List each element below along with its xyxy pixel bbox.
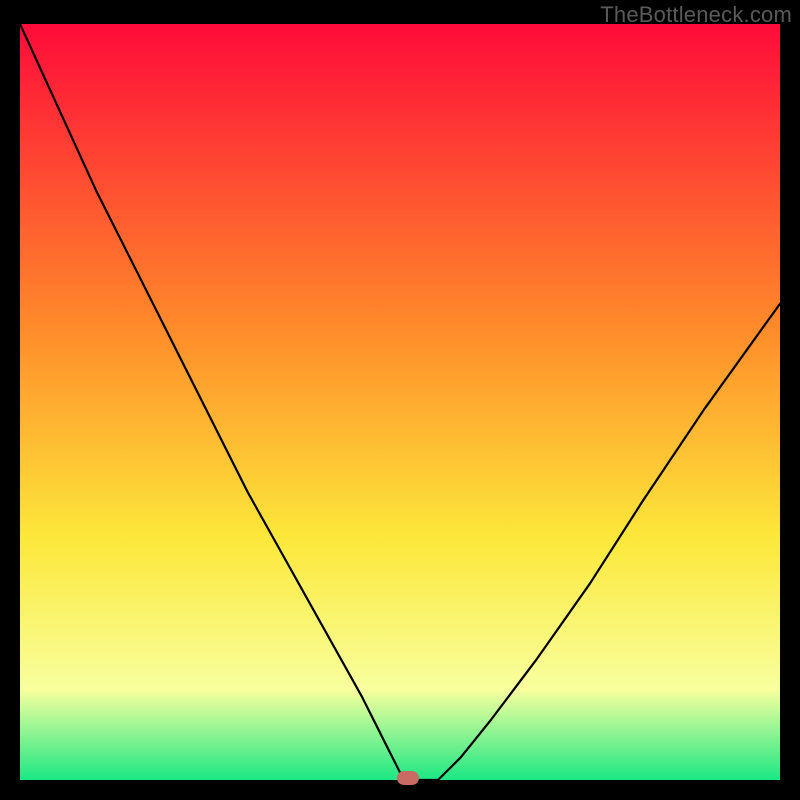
optimum-marker <box>397 771 419 785</box>
plot-svg <box>20 24 780 780</box>
chart-frame: TheBottleneck.com <box>0 0 800 800</box>
gradient-background <box>20 24 780 780</box>
plot-area <box>20 24 780 780</box>
watermark-text: TheBottleneck.com <box>600 2 792 28</box>
